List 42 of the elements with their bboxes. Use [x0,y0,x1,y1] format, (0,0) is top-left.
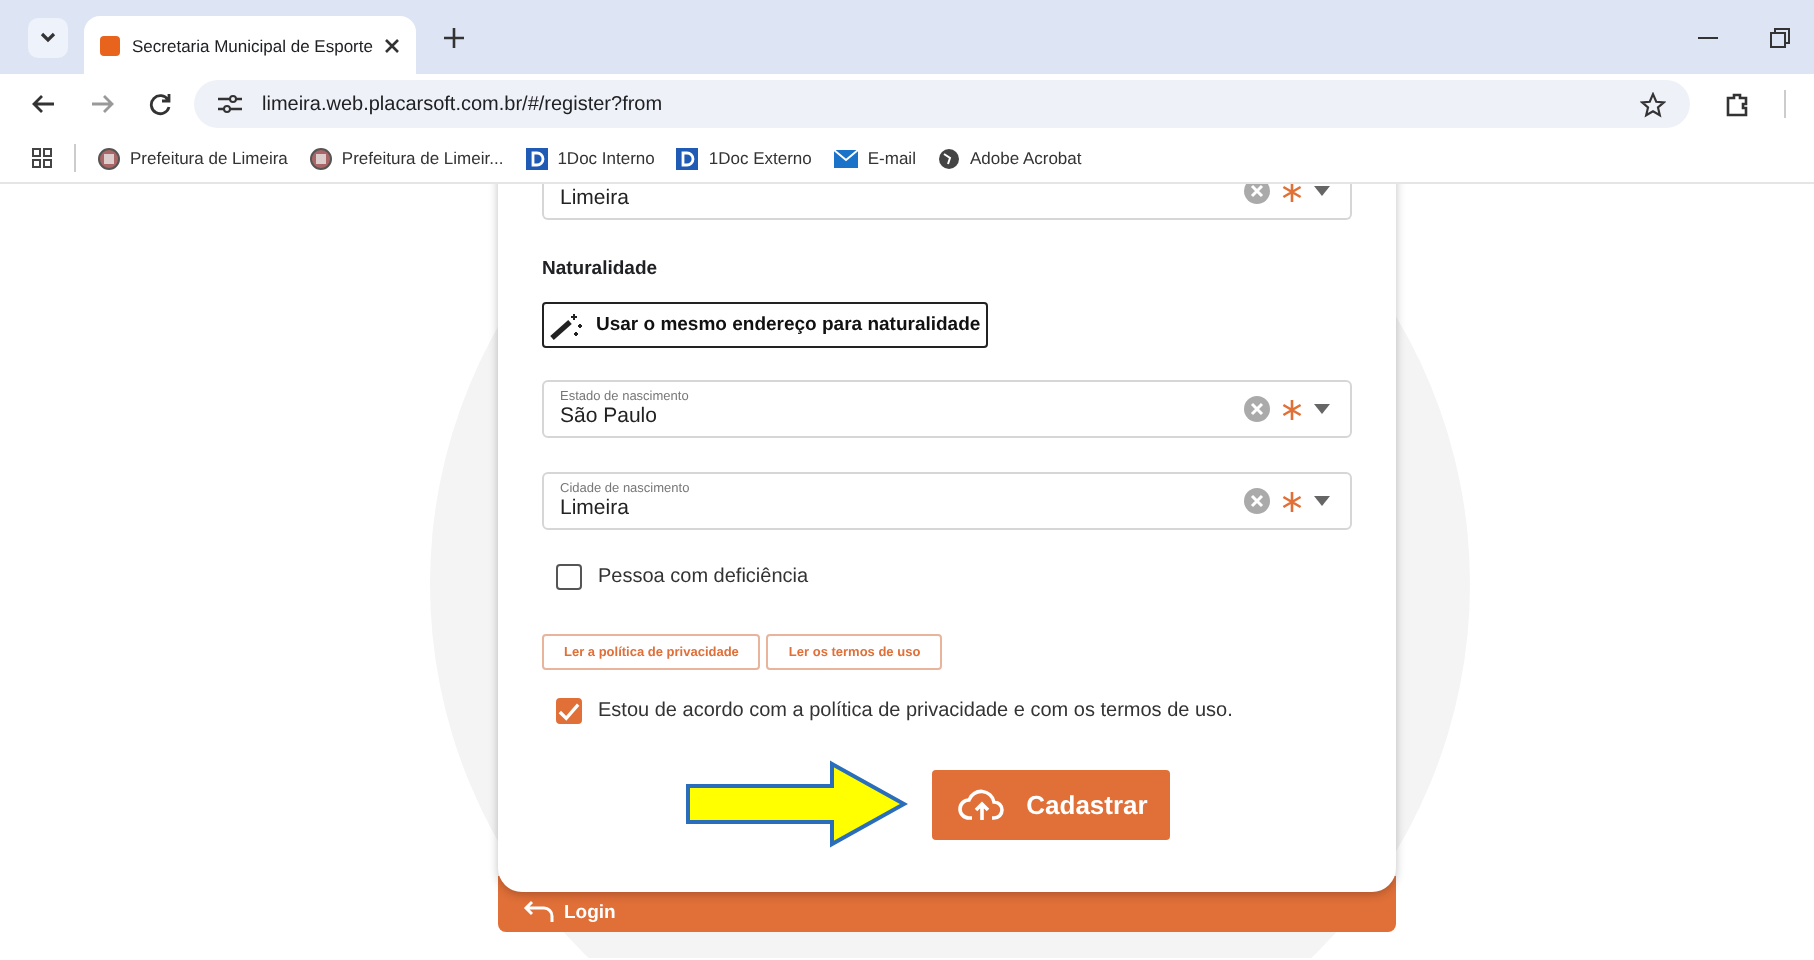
bookmark-link[interactable]: Adobe Acrobat [937,147,1082,169]
asterisk-icon [1282,491,1302,511]
asterisk-icon [1282,399,1302,419]
close-icon[interactable] [384,37,401,53]
tab-list-icon[interactable] [28,17,68,57]
bookmark-star-icon[interactable] [1640,91,1666,117]
city-select[interactable]: Limeira [542,184,1352,220]
dropdown-caret-icon[interactable] [1314,186,1330,196]
copy-address-button[interactable]: Usar o mesmo endereço para naturalidade [542,302,989,348]
back-icon[interactable] [32,92,56,116]
forward-icon[interactable] [90,92,114,116]
minimize-icon[interactable] [1698,35,1718,39]
restore-icon[interactable] [1770,27,1790,47]
bookmark-link[interactable]: Prefeitura de Limeira [98,147,288,169]
magic-wand-icon [550,311,586,339]
bookmark-link[interactable]: 1Doc Interno [525,147,655,169]
address-bar[interactable]: limeira.web.placarsoft.com.br/#/register?from [194,80,1690,128]
document-d-icon [525,147,548,169]
site-favicon-icon [100,35,120,55]
asterisk-icon [1282,184,1302,201]
dropdown-caret-icon[interactable] [1314,496,1330,506]
checkbox[interactable] [556,698,582,724]
crest-icon [309,147,332,169]
crest-icon [98,147,120,169]
apps-grid-icon[interactable] [32,148,52,168]
site-settings-icon[interactable] [218,94,242,114]
section-title: Naturalidade [542,258,660,280]
cloud-upload-icon [958,787,1007,821]
mail-icon [833,149,858,167]
bookmark-link[interactable]: Prefeitura de Limeir... [309,147,504,169]
bookmark-link[interactable]: 1Doc Externo [676,147,812,169]
dropdown-caret-icon[interactable] [1314,404,1330,414]
return-arrow-icon [522,900,554,924]
checkbox-label: Pessoa com deficiência [598,566,809,588]
bookmark-link[interactable]: E-mail [833,148,916,168]
checkbox-label: Estou de acordo com a política de privacidade e com os termos de uso. [598,700,1233,722]
browser-tab[interactable]: Secretaria Municipal de Esporte [84,16,417,74]
extensions-icon[interactable] [1724,91,1750,117]
checkbox[interactable] [556,564,582,590]
reload-icon[interactable] [148,92,172,116]
new-tab-icon[interactable] [444,27,465,47]
document-d-icon [676,147,699,169]
